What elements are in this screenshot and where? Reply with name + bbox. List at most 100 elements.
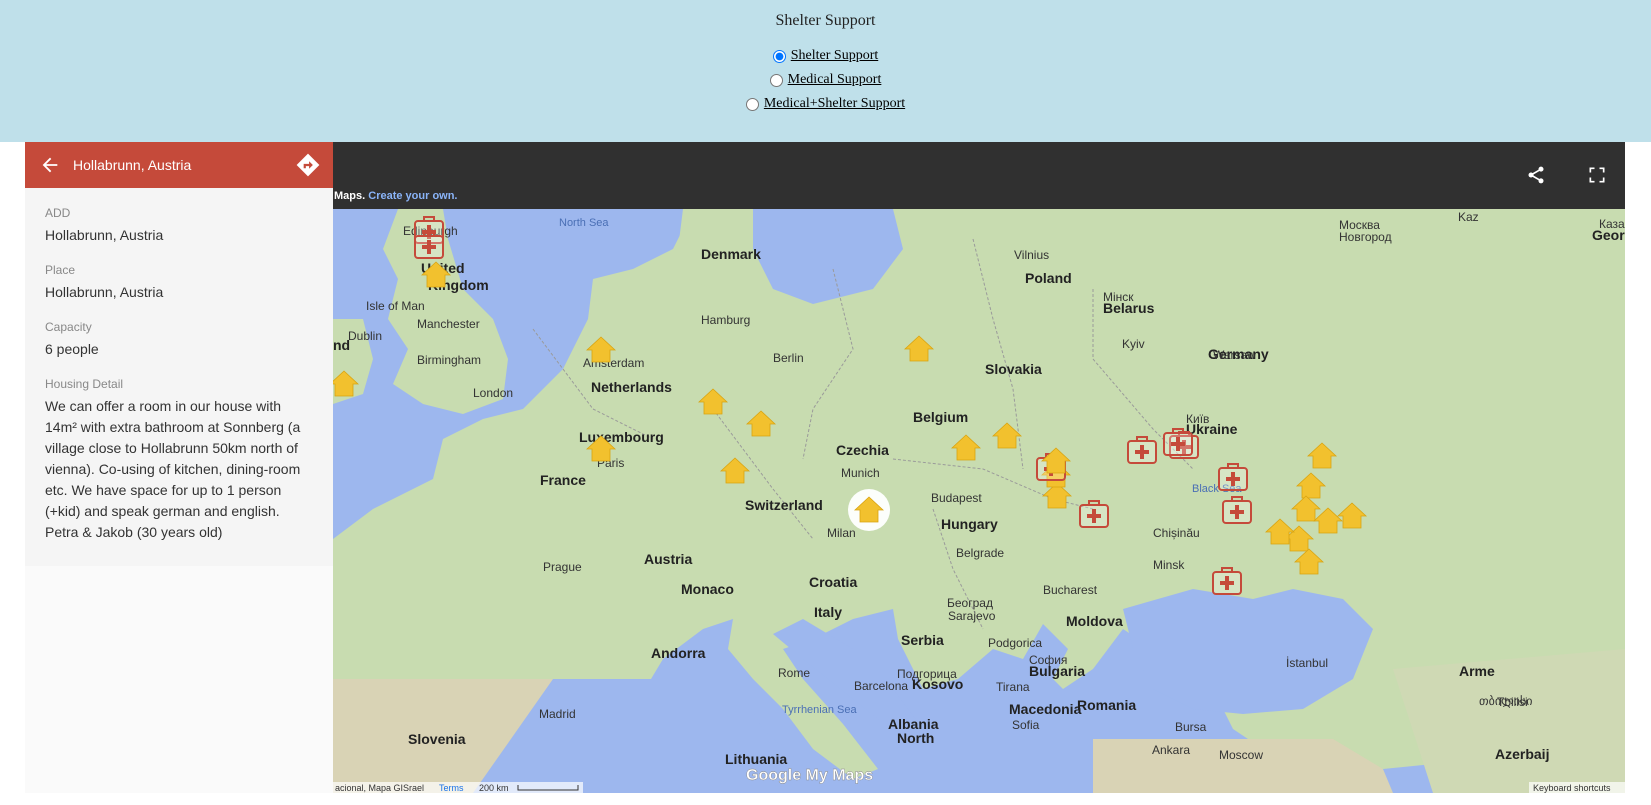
detail-panel: Hollabrunn, Austria ADD Hollabrunn, Aust… [25,142,333,793]
map-label-sea: North Sea [559,217,609,229]
map-label-country: Austria [644,551,692,567]
field-add-key: ADD [45,206,71,220]
back-arrow-icon[interactable] [39,154,61,176]
map-label-country: Slovenia [408,731,466,747]
map-label-country: France [540,472,586,488]
map-label-country: Croatia [809,574,857,590]
map-label-country: Netherlands [591,379,672,395]
map-label-city: Chișinău [1153,526,1200,540]
google-my-maps-logo: Google My Maps [746,767,873,784]
map-label-city: Ankara [1152,743,1190,757]
field-place: Place Hollabrunn, Austria [45,263,305,303]
medical-marker[interactable] [1163,428,1193,456]
map-label-city: Belgrade [956,546,1004,560]
map-label-country: Switzerland [745,497,823,513]
panel-blank-area [25,566,333,793]
detail-panel-header: Hollabrunn, Austria [25,142,333,188]
field-place-value: Hollabrunn, Austria [45,284,164,300]
map-label-country: North [897,730,934,746]
share-icon[interactable] [1526,165,1546,185]
map-label-city: Isle of Man [366,299,425,313]
field-housing-detail: Housing Detail We can offer a room in ou… [45,377,305,543]
map-label-city: Kyiv [1122,337,1145,351]
create-map-link[interactable]: Create your own. [368,190,457,202]
radio-shelter-label[interactable]: Shelter Support [791,48,879,64]
map-label-country: Belarus [1103,300,1155,316]
map-label-city: Barcelona [854,679,908,693]
map-label-country: Arme [1459,663,1495,679]
map-label-city: İstanbul [1286,656,1328,670]
map-label-country: Andorra [651,645,706,661]
field-place-key: Place [45,263,76,277]
map-label-city: Hamburg [701,313,750,327]
field-capacity-key: Capacity [45,320,92,334]
map-label-country: Bulgaria [1029,663,1085,679]
medical-marker[interactable] [1218,463,1248,491]
field-add-value: Hollabrunn, Austria [45,227,164,243]
caucasus-landmass [1393,649,1625,793]
terms-link[interactable]: Terms [439,783,464,793]
directions-icon[interactable] [295,152,321,178]
radio-shelter[interactable] [772,49,786,63]
map-label-country: Serbia [901,632,944,648]
medical-marker[interactable] [1079,500,1109,528]
field-housing-detail-value: We can offer a room in our house with 14… [45,398,301,540]
map-label-sea: Tyrrhenian Sea [782,704,857,716]
map-label-country: Moldova [1066,613,1123,629]
map-label-country: Romania [1077,697,1136,713]
map-label-city: Munich [841,466,880,480]
map-label-city: Bucharest [1043,583,1098,597]
map-label-city: Tirana [996,680,1030,694]
map-label-city: Manchester [417,317,480,331]
map-label-city: Bursa [1175,720,1207,734]
map-label-city: Sarajevo [948,609,996,623]
medical-marker[interactable] [1222,496,1252,524]
map-label-city: Dublin [348,329,382,343]
map-label-city: Budapest [931,491,982,505]
radio-option-shelter[interactable]: Shelter Support [0,48,1651,68]
medical-marker[interactable] [1212,567,1242,595]
medical-marker[interactable] [1127,436,1157,464]
map-label-country: Lithuania [725,751,787,767]
field-add: ADD Hollabrunn, Austria [45,206,305,246]
radio-option-medical-shelter[interactable]: Medical+Shelter Support [0,96,1651,116]
radio-medical-label[interactable]: Medical Support [788,72,882,88]
map-label-city: Rome [778,666,810,680]
field-capacity-value: 6 people [45,341,99,357]
map-label-country: Ukraine [1186,421,1238,437]
map-canvas[interactable]: North SeaEdinburghUnitedKingdomIsle of M… [333,209,1625,793]
map-label-city: Vilnius [1014,248,1049,262]
map-label-country: Georgia [1592,227,1625,243]
map-label-city: Новгород [1339,230,1392,244]
map-label-country: nd [333,337,350,353]
map-label-city: Birmingham [417,353,481,367]
field-capacity: Capacity 6 people [45,320,305,360]
radio-medical[interactable] [769,73,783,87]
map-label-city: Milan [827,526,856,540]
map-label-city: Minsk [1153,558,1185,572]
map-label-city: Madrid [539,707,576,721]
map-label-city: Tbilisi [1497,695,1528,709]
field-housing-detail-key: Housing Detail [45,377,124,391]
map-label-country: Slovakia [985,361,1042,377]
radio-option-medical[interactable]: Medical Support [0,72,1651,92]
map-label-city: Kaz [1458,210,1479,224]
header-bar: Shelter Support Shelter Support Medical … [0,0,1651,142]
map-label-city: Podgorica [988,636,1042,650]
radio-medical-shelter[interactable] [745,97,759,111]
radio-medical-shelter-label[interactable]: Medical+Shelter Support [764,96,905,112]
map-label-country: Belgium [913,409,968,425]
map-credit-prefix: Maps. [334,190,366,202]
map-label-country: Azerbaij [1495,746,1549,762]
map-label-city: Moscow [1219,748,1263,762]
shelter-marker[interactable] [848,489,890,531]
map-container[interactable]: Maps. Create your own. North Sea Kingdom… [333,142,1625,793]
map-label-country: Hungary [941,516,998,532]
medical-marker[interactable] [414,231,444,259]
map-label-country: Monaco [681,581,734,597]
keyboard-shortcuts-link[interactable]: Keyboard shortcuts [1533,783,1611,793]
map-label-country: Luxembourg [579,429,664,445]
map-label-city: Prague [543,560,582,574]
detail-panel-title: Hollabrunn, Austria [73,157,192,173]
fullscreen-icon[interactable] [1587,165,1607,185]
